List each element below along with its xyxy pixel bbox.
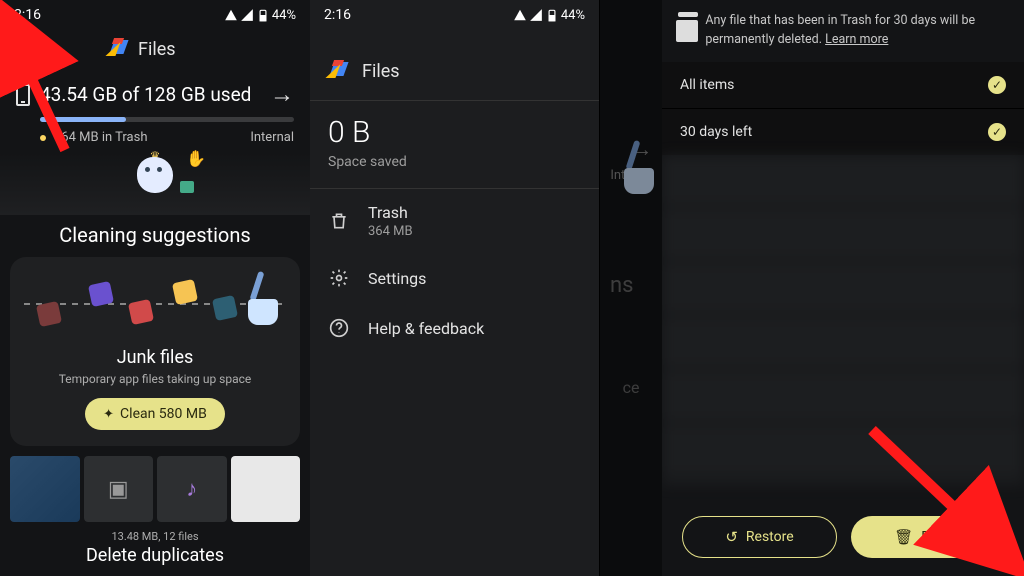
delete-icon: 🗑 (894, 528, 913, 546)
action-bar: ↺ Restore 🗑 Delete (662, 516, 1024, 558)
drawer-item-trash[interactable]: Trash 364 MB (310, 189, 599, 253)
drawer-item-label: Trash (368, 203, 413, 222)
delete-label: Delete (921, 529, 960, 545)
storage-usage: 43.54 GB of 128 GB used (40, 83, 251, 106)
select-label: All items (680, 77, 734, 93)
duplicates-title: Delete duplicates (0, 545, 310, 566)
mascot-area: ✋ ♛ (0, 153, 310, 215)
check-icon[interactable]: ✓ (988, 123, 1006, 141)
nav-drawer: 2:16 44% Files 0 B Space saved Trash 364… (310, 0, 600, 576)
sparkle-icon: ✦ (103, 407, 114, 422)
panel-home: 2:16 44% Files 43.54 GB of 128 GB used →… (0, 0, 310, 576)
broom-icon (238, 275, 278, 325)
restore-icon: ↺ (725, 528, 738, 546)
section-title: Cleaning suggestions (0, 215, 310, 257)
thumb-image-icon[interactable]: ▣ (84, 456, 154, 522)
status-time: 2:16 (14, 7, 41, 23)
space-label: Space saved (328, 154, 581, 170)
storage-label: Internal (250, 130, 294, 145)
space-value: 0 B (328, 115, 581, 150)
storage-bar (40, 117, 294, 122)
trash-icon (328, 210, 350, 232)
gear-icon (328, 267, 350, 289)
panel-drawer: → Internal ns ce 2:16 44% Files 0 B Spac… (310, 0, 662, 576)
broom-icon (614, 144, 654, 194)
trash-banner: Any file that has been in Trash for 30 d… (662, 0, 1024, 62)
arrow-right-icon[interactable]: → (270, 80, 294, 109)
status-bar: 2:16 44% (310, 0, 599, 30)
status-right: 44% (224, 8, 296, 23)
app-title: Files (138, 39, 176, 60)
app-title: Files (362, 61, 400, 82)
trash-size: 364 MB in Trash (54, 130, 148, 145)
restore-button[interactable]: ↺ Restore (682, 516, 837, 558)
panel-trash: Any file that has been in Trash for 30 d… (662, 0, 1024, 576)
junk-title: Junk files (24, 347, 286, 368)
drawer-item-label: Settings (368, 269, 426, 288)
status-right: 44% (513, 8, 585, 23)
status-bar: 2:16 44% (0, 0, 310, 30)
delete-button[interactable]: 🗑 Delete (851, 516, 1004, 558)
space-saved: 0 B Space saved (310, 100, 599, 189)
drawer-item-label: Help & feedback (368, 319, 484, 338)
duplicates-meta: 13.48 MB, 12 files (0, 530, 310, 543)
learn-more-link[interactable]: Learn more (825, 32, 888, 47)
drawer-header: Files (310, 30, 599, 100)
junk-subtitle: Temporary app files taking up space (24, 372, 286, 386)
thumb-document[interactable] (231, 456, 301, 522)
clean-button[interactable]: ✦ Clean 580 MB (85, 398, 225, 430)
top-bar: Files (0, 30, 310, 68)
select-group-row[interactable]: 30 days left ✓ (662, 108, 1024, 155)
help-icon (328, 317, 350, 339)
junk-files-card[interactable]: Junk files Temporary app files taking up… (10, 257, 300, 446)
check-icon[interactable]: ✓ (988, 76, 1006, 94)
duplicate-thumbs[interactable]: ▣ ♪ (10, 456, 300, 522)
files-logo-icon (108, 38, 130, 60)
select-all-row[interactable]: All items ✓ (662, 62, 1024, 108)
banner-text: Any file that has been in Trash for 30 d… (705, 12, 1010, 50)
mascot-icon (137, 157, 173, 193)
storage-card[interactable]: 43.54 GB of 128 GB used → 364 MB in Tras… (0, 68, 310, 153)
trash-full-icon (676, 12, 693, 42)
app-brand: Files (108, 38, 176, 60)
panel-drawer-background: → Internal ns ce (600, 0, 662, 576)
restore-label: Restore (746, 529, 794, 545)
thumb-music-icon[interactable]: ♪ (157, 456, 227, 522)
status-battery: 44% (272, 8, 296, 23)
select-label: 30 days left (680, 124, 752, 140)
junk-art (24, 271, 286, 341)
clean-button-label: Clean 580 MB (120, 406, 207, 422)
trash-file-list[interactable] (662, 155, 1024, 485)
menu-icon[interactable] (14, 42, 34, 56)
status-time: 2:16 (324, 7, 351, 23)
drawer-item-settings[interactable]: Settings (310, 253, 599, 303)
thumb-photo[interactable] (10, 456, 80, 522)
files-logo-icon (328, 60, 350, 82)
drawer-item-help[interactable]: Help & feedback (310, 303, 599, 353)
status-battery: 44% (561, 8, 585, 23)
drawer-item-sub: 364 MB (368, 224, 413, 239)
dot-icon (40, 135, 46, 141)
phone-icon (16, 84, 30, 106)
